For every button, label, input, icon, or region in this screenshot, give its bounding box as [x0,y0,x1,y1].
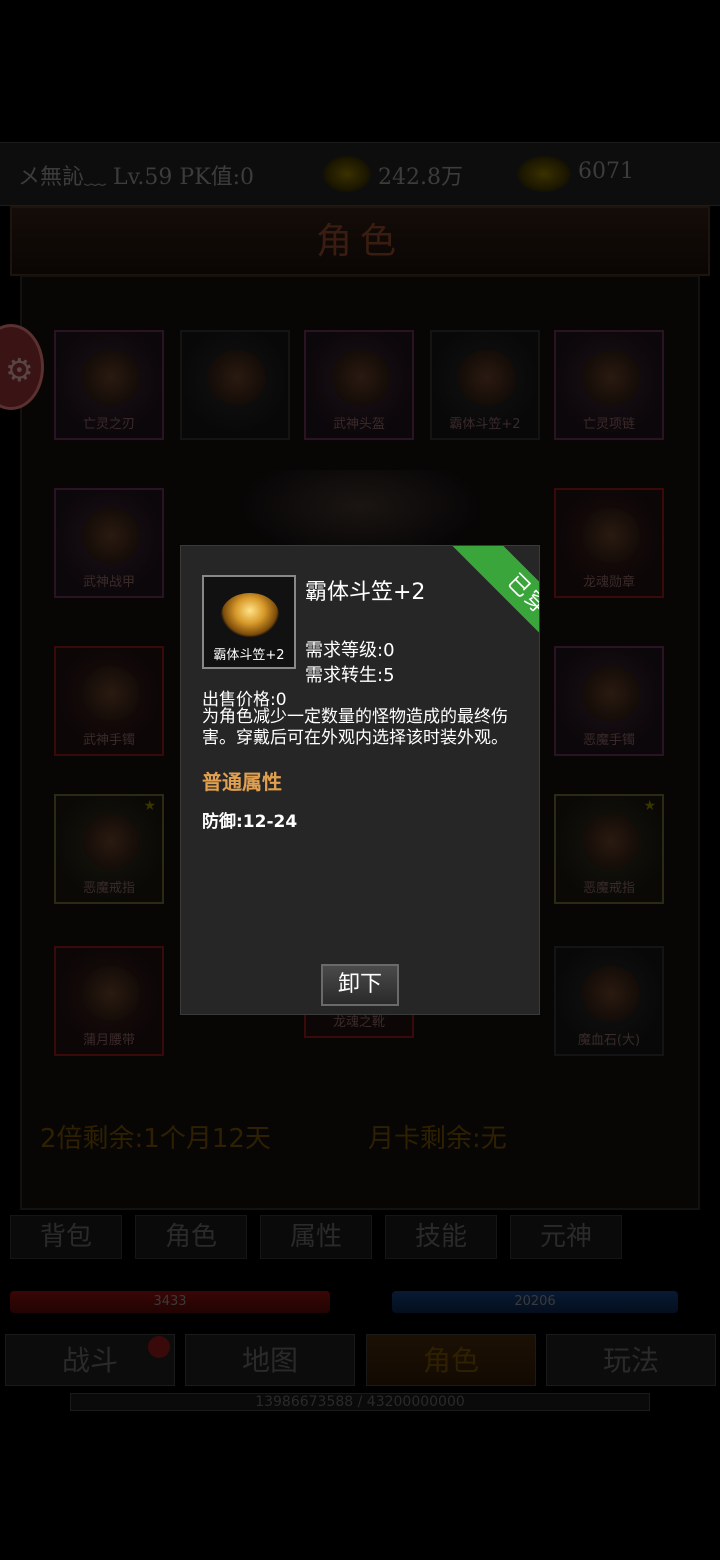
page-title: 角色 [315,221,404,262]
tab-attributes[interactable]: 属性 [260,1215,372,1259]
tab-spirit[interactable]: 元神 [510,1215,622,1259]
blade-icon [81,350,141,405]
notification-dot [148,1336,170,1358]
slot-label: 恶魔手镯 [582,733,635,748]
tab-character[interactable]: 角色 [135,1215,247,1259]
gold-ingot-icon [516,155,572,193]
tab-skills[interactable]: 技能 [385,1215,497,1259]
star-icon: ★ [143,798,156,814]
gold-amount: 242.8万 [378,165,463,190]
ring-icon [581,814,641,869]
equip-slot-armor[interactable]: 武神战甲 [54,488,164,598]
equip-slot-empty[interactable] [180,330,290,440]
hat-icon [221,593,279,637]
slot-label: 霸体斗笠+2 [449,417,521,432]
required-rebirth: 需求转生:5 [305,665,395,686]
player-info: メ無訫﹏ Lv.59 PK值:0 [18,165,255,190]
necklace-icon [581,350,641,405]
slot-label: 武神手镯 [82,733,135,748]
mp-bar: 20206 [392,1291,678,1313]
required-level: 需求等级:0 [305,640,395,661]
empty-slot-icon [207,350,267,405]
medal-icon [581,508,641,563]
equipped-ribbon: 已穿戴 [452,546,539,688]
month-card-remaining: 月卡剩余:无 [368,1124,507,1154]
item-icon-box: 霸体斗笠+2 [202,575,296,669]
gear-icon: ⚙ [5,351,34,389]
nav-gameplay[interactable]: 玩法 [546,1334,716,1386]
equip-slot-hat[interactable]: 霸体斗笠+2 [430,330,540,440]
unequip-button[interactable]: 卸下 [321,964,399,1006]
equip-slot-bracelet-left[interactable]: 武神手镯 [54,646,164,756]
equip-slot-ring-right[interactable]: ★ 恶魔戒指 [554,794,664,904]
slot-label: 恶魔戒指 [82,881,135,896]
top-status-bar: メ無訫﹏ Lv.59 PK值:0 242.8万 6071 [0,142,720,206]
slot-label: 蒲月腰带 [82,1033,135,1048]
equip-slot-medal[interactable]: 龙魂勋章 [554,488,664,598]
equip-slot-stone[interactable]: 魔血石(大) [554,946,664,1056]
ring-icon [81,814,141,869]
slot-label: 武神战甲 [82,575,135,590]
gold-coin-icon [322,155,372,193]
item-description: 为角色减少一定数量的怪物造成的最终伤害。穿戴后可在外观内选择该时装外观。 [202,707,508,748]
slot-label: 亡灵之刃 [82,417,135,432]
slot-label: 魔血石(大) [577,1033,641,1048]
equip-slot-necklace[interactable]: 亡灵项链 [554,330,664,440]
item-icon-caption: 霸体斗笠+2 [213,648,285,663]
slot-label: 武神头盔 [332,417,385,432]
item-name: 霸体斗笠+2 [305,580,426,605]
hat-icon [457,350,517,405]
bracelet-icon [581,666,641,721]
nav-character[interactable]: 角色 [366,1334,536,1386]
armor-icon [81,508,141,563]
equip-slot-bracelet-right[interactable]: 恶魔手镯 [554,646,664,756]
hp-bar: 3433 [10,1291,330,1313]
tab-bag[interactable]: 背包 [10,1215,122,1259]
nav-map[interactable]: 地图 [185,1334,355,1386]
helmet-icon [331,350,391,405]
equip-slot-ring-left[interactable]: ★ 恶魔戒指 [54,794,164,904]
exp-bar: 13986673588 / 43200000000 [70,1393,650,1411]
defense-stat: 防御:12-24 [202,812,298,832]
slot-label: 亡灵项链 [582,417,635,432]
double-exp-remaining: 2倍剩余:1个月12天 [40,1124,271,1154]
belt-icon [81,966,141,1021]
equip-slot-belt[interactable]: 蒲月腰带 [54,946,164,1056]
tab-bar: 背包 角色 属性 技能 元神 [0,1215,720,1259]
ingot-amount: 6071 [578,159,634,184]
slot-label: 恶魔戒指 [582,881,635,896]
attributes-heading: 普通属性 [202,770,282,794]
blood-stone-icon [581,966,641,1021]
equip-slot-weapon[interactable]: 亡灵之刃 [54,330,164,440]
equip-slot-helmet[interactable]: 武神头盔 [304,330,414,440]
bracelet-icon [81,666,141,721]
item-detail-popup: 已穿戴 霸体斗笠+2 霸体斗笠+2 需求等级:0 需求转生:5 出售价格:0 为… [180,545,540,1015]
slot-label: 龙魂勋章 [582,575,635,590]
star-icon: ★ [643,798,656,814]
